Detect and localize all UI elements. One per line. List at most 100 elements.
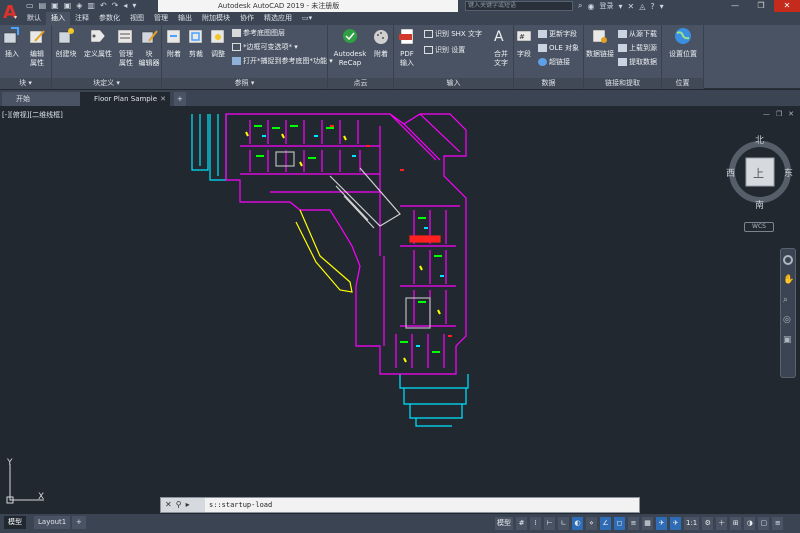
ribbon-minimize-icon[interactable]: ▭▾ bbox=[297, 12, 317, 25]
add-layout-button[interactable]: + bbox=[72, 516, 86, 529]
tab-manage[interactable]: 管理 bbox=[149, 12, 173, 25]
panel-label-block[interactable]: 块 ▾ bbox=[0, 78, 51, 89]
customize-icon[interactable]: ⚲ bbox=[176, 498, 182, 512]
compass-west[interactable]: 西 bbox=[726, 166, 735, 179]
grid-icon[interactable]: # bbox=[516, 516, 527, 530]
clip-button[interactable]: 剪裁 bbox=[186, 27, 206, 59]
save-icon[interactable]: ▣ bbox=[51, 1, 59, 11]
hyperlink-button[interactable]: 超链接 bbox=[538, 57, 570, 68]
snap-underlay-dropdown[interactable]: 打开*捕捉到参考底图*功能 ▾ bbox=[232, 56, 333, 67]
frame-variable-dropdown[interactable]: *边框可变选项* ▾ bbox=[232, 42, 298, 53]
exchange-icon[interactable]: ✕ bbox=[627, 2, 634, 11]
tab-output[interactable]: 输出 bbox=[173, 12, 197, 25]
command-line[interactable]: ✕ ⚲ ▸ s::startup-load bbox=[160, 497, 640, 513]
tab-insert[interactable]: 插入 bbox=[46, 12, 70, 25]
close-tab-icon[interactable]: ✕ bbox=[160, 92, 166, 106]
object-snap-tracking-icon[interactable]: ∠ bbox=[600, 516, 611, 530]
saveas-icon[interactable]: ▣ bbox=[64, 1, 72, 11]
search-input[interactable]: 键入关键字或短语 bbox=[465, 1, 573, 11]
compass-north[interactable]: 北 bbox=[755, 133, 764, 146]
polar-tracking-icon[interactable]: ◐ bbox=[572, 516, 583, 530]
autocad-logo[interactable]: A ▾ bbox=[0, 0, 22, 25]
adjust-button[interactable]: 调整 bbox=[208, 27, 228, 59]
chevron-down-icon[interactable]: ▾ bbox=[618, 2, 622, 11]
tab-layout1[interactable]: Layout1 bbox=[34, 516, 71, 529]
underlay-layers-button[interactable]: 参考底图图层 bbox=[232, 28, 285, 39]
tab-floor-plan[interactable]: Floor Plan Sample ✕ bbox=[80, 92, 170, 106]
recognize-settings-button[interactable]: 识别 设置 bbox=[424, 45, 465, 56]
orbit-icon[interactable]: ◎ bbox=[783, 315, 793, 325]
zoom-icon[interactable]: ⌕ bbox=[783, 295, 793, 305]
auto-scale-icon[interactable]: ✈ bbox=[670, 516, 681, 530]
block-editor-button[interactable]: 块 编辑器 bbox=[138, 27, 160, 68]
new-tab-button[interactable]: + bbox=[174, 92, 186, 106]
annotation-visibility-icon[interactable]: ✈ bbox=[656, 516, 667, 530]
pdf-import-button[interactable]: PDF 输入 bbox=[396, 27, 418, 68]
pan-icon[interactable]: ✋ bbox=[783, 275, 794, 285]
tab-view[interactable]: 视图 bbox=[125, 12, 149, 25]
tab-addins[interactable]: 附加模块 bbox=[197, 12, 235, 25]
wcs-menu[interactable]: WCS bbox=[744, 222, 774, 232]
print-icon[interactable]: ▥ bbox=[87, 1, 95, 11]
web-icon[interactable]: ◈ bbox=[76, 1, 82, 11]
qat-more-icon[interactable]: ▾ bbox=[132, 1, 136, 11]
ole-object-button[interactable]: OLE 对象 bbox=[538, 43, 579, 54]
chevron-down-icon[interactable]: ▾ bbox=[660, 2, 664, 11]
showmotion-icon[interactable]: ▣ bbox=[783, 335, 793, 345]
update-fields-button[interactable]: 更新字段 bbox=[538, 29, 577, 40]
undo-icon[interactable]: ↶ bbox=[100, 1, 107, 11]
ortho-icon[interactable]: ∟ bbox=[558, 516, 569, 530]
recent-commands-icon[interactable]: ▸ bbox=[186, 498, 190, 512]
annotation-monitor-icon[interactable]: ＋ bbox=[716, 516, 728, 530]
tab-parametric[interactable]: 参数化 bbox=[94, 12, 125, 25]
isometric-icon[interactable]: ⋄ bbox=[586, 516, 597, 530]
tab-default[interactable]: 默认 bbox=[22, 12, 46, 25]
model-space-button[interactable]: 模型 bbox=[495, 516, 513, 530]
isolate-objects-icon[interactable]: ◑ bbox=[744, 516, 756, 530]
object-snap-icon[interactable]: ◻ bbox=[614, 516, 625, 530]
navigation-bar[interactable]: ✋ ⌕ ◎ ▣ bbox=[780, 248, 796, 378]
steering-wheel-icon[interactable] bbox=[783, 255, 793, 265]
drawing-canvas[interactable]: [-][俯视][二维线框] — ❐ ✕ 北 南 西 东 上 WCS ✋ ⌕ ◎ … bbox=[0, 106, 800, 514]
redo-icon[interactable]: ↷ bbox=[112, 1, 119, 11]
lineweight-icon[interactable]: ≡ bbox=[628, 516, 639, 530]
annotation-scale[interactable]: 1:1 bbox=[684, 516, 700, 530]
workspace-gear-icon[interactable]: ⚙ bbox=[702, 516, 714, 530]
create-block-button[interactable]: 创建块 bbox=[54, 27, 78, 59]
extract-data-button[interactable]: 提取数据 bbox=[618, 57, 657, 68]
dynamic-input-icon[interactable]: ⊢ bbox=[544, 516, 555, 530]
field-button[interactable]: # 字段 bbox=[514, 27, 534, 59]
open-icon[interactable]: ▤ bbox=[39, 1, 47, 11]
close-icon[interactable]: ✕ bbox=[774, 0, 800, 12]
tab-model[interactable]: 模型 bbox=[4, 516, 26, 529]
new-icon[interactable]: ▭ bbox=[26, 1, 34, 11]
tab-collaborate[interactable]: 协作 bbox=[235, 12, 259, 25]
tab-featured-apps[interactable]: 精选应用 bbox=[259, 12, 297, 25]
sign-in-label[interactable]: 登录 bbox=[599, 1, 613, 11]
upload-source-button[interactable]: 上载到源 bbox=[618, 43, 657, 54]
share-icon[interactable]: ◂ bbox=[123, 1, 127, 11]
view-cube-face-top[interactable]: 上 bbox=[753, 165, 764, 181]
data-link-button[interactable]: 数据链接 bbox=[586, 27, 614, 59]
a360-icon[interactable]: ◬ bbox=[639, 2, 645, 11]
user-icon[interactable]: ◉ bbox=[587, 2, 594, 11]
download-source-button[interactable]: 从源下载 bbox=[618, 29, 657, 40]
combine-text-button[interactable]: A 合并 文字 bbox=[490, 27, 512, 68]
panel-label-block-definition[interactable]: 块定义 ▾ bbox=[52, 78, 161, 89]
customization-icon[interactable]: ≡ bbox=[772, 516, 784, 530]
manage-attributes-button[interactable]: 管理 属性 bbox=[116, 27, 136, 68]
panel-label-reference[interactable]: 参照 ▾ bbox=[162, 78, 327, 89]
compass-south[interactable]: 南 bbox=[755, 198, 764, 211]
set-location-button[interactable]: 设置位置 bbox=[664, 27, 702, 59]
point-cloud-attach-button[interactable]: 附着 bbox=[370, 27, 392, 59]
attach-button[interactable]: 附着 bbox=[164, 27, 184, 59]
fullscreen-icon[interactable]: ▢ bbox=[758, 516, 770, 530]
maximize-icon[interactable]: ❐ bbox=[748, 0, 774, 12]
compass-east[interactable]: 东 bbox=[784, 166, 793, 179]
help-icon[interactable]: ? bbox=[650, 2, 654, 11]
insert-button[interactable]: 插入 bbox=[2, 27, 22, 59]
transparency-icon[interactable]: ▦ bbox=[642, 516, 653, 530]
command-text[interactable]: s::startup-load bbox=[209, 498, 272, 512]
tab-annotate[interactable]: 注释 bbox=[70, 12, 94, 25]
minimize-icon[interactable]: — bbox=[722, 0, 748, 12]
